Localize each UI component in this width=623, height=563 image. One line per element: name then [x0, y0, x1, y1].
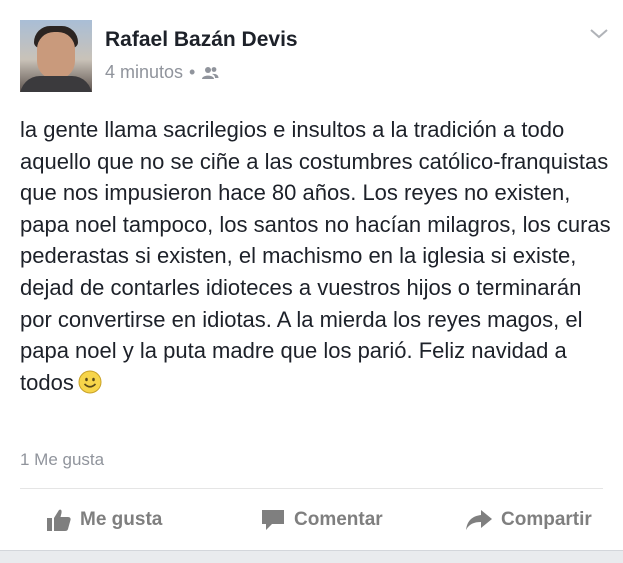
post-header: Rafael Bazán Devis 4 minutos •	[20, 20, 610, 92]
post-timestamp[interactable]: 4 minutos	[105, 62, 183, 83]
like-label: Me gusta	[80, 509, 163, 530]
comment-button[interactable]: Comentar	[260, 500, 383, 540]
post-text: la gente llama sacrilegios e insultos a …	[20, 117, 611, 395]
share-arrow-icon	[466, 510, 492, 530]
post-meta: 4 minutos •	[105, 62, 219, 83]
avatar[interactable]	[20, 20, 92, 92]
thumbs-up-icon	[47, 509, 71, 531]
post-card: Rafael Bazán Devis 4 minutos • la gente …	[0, 0, 623, 551]
share-button[interactable]: Compartir	[465, 500, 592, 540]
likes-summary[interactable]: 1 Me gusta	[20, 450, 104, 470]
action-bar: Me gusta Comentar Compartir	[0, 500, 623, 540]
like-button[interactable]: Me gusta	[46, 500, 162, 540]
chevron-down-icon[interactable]	[588, 26, 610, 42]
speech-bubble-icon	[262, 510, 284, 530]
share-label: Compartir	[501, 509, 592, 530]
friends-icon[interactable]	[201, 66, 219, 80]
comment-label: Comentar	[294, 509, 383, 530]
smiley-emoji-icon	[78, 370, 102, 394]
meta-separator: •	[189, 62, 196, 82]
author-name[interactable]: Rafael Bazán Devis	[105, 28, 298, 52]
divider	[20, 488, 603, 489]
post-body: la gente llama sacrilegios e insultos a …	[20, 114, 612, 398]
